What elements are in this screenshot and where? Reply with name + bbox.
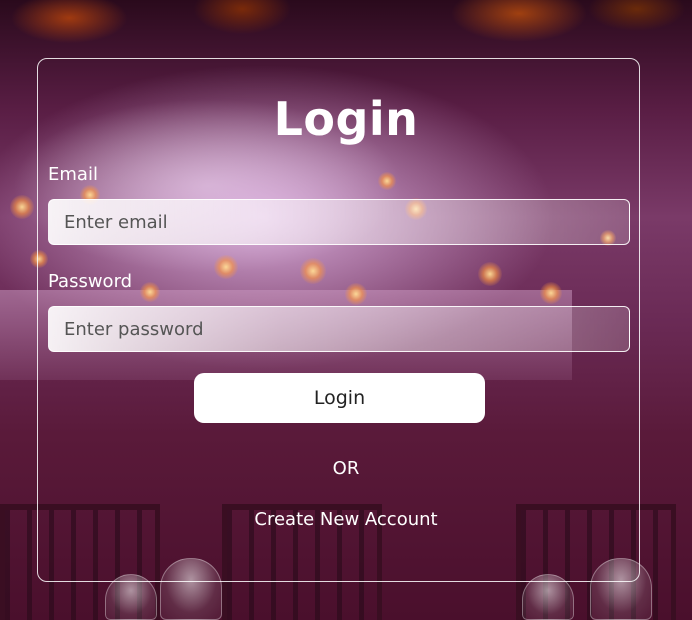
password-label: Password xyxy=(48,271,133,292)
login-title: Login xyxy=(273,92,419,146)
login-button[interactable]: Login xyxy=(194,373,485,423)
email-label: Email xyxy=(48,164,98,185)
or-divider: OR xyxy=(332,458,360,479)
password-input[interactable] xyxy=(48,306,630,352)
email-input[interactable] xyxy=(48,199,630,245)
create-account-link[interactable]: Create New Account xyxy=(0,509,692,530)
bokeh-light xyxy=(10,195,34,219)
